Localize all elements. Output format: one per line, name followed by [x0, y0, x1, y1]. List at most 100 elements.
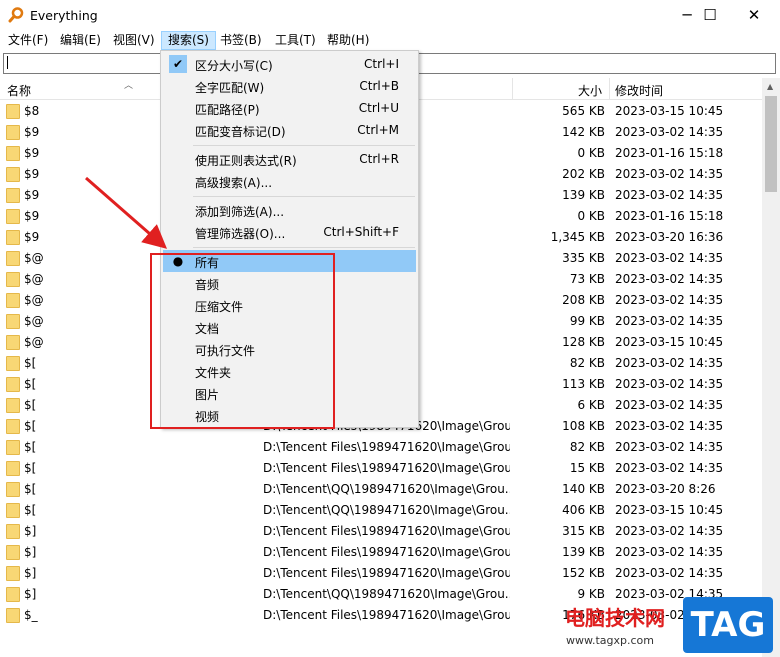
row-path: D:\Tencent\QQ\1989471620\Image\Grou... [263, 503, 510, 517]
folder-icon [6, 440, 20, 455]
row-size: 73 KB [569, 272, 605, 286]
folder-icon [6, 167, 20, 182]
row-date: 2023-01-16 15:18 [615, 209, 724, 223]
menu-item-advanced-search[interactable]: 高级搜索(A)... [163, 170, 416, 192]
column-divider[interactable] [609, 78, 610, 100]
row-name: $] [24, 524, 37, 538]
folder-icon [6, 482, 20, 497]
row-name: $[ [24, 419, 37, 433]
folder-icon [6, 377, 20, 392]
table-row[interactable]: $[D:\Tencent\QQ\1989471620\Image\Grou...… [0, 479, 762, 500]
menu-file[interactable]: 文件(F) [1, 31, 55, 50]
vertical-scrollbar[interactable]: ▲ [762, 78, 780, 657]
row-size: 9 KB [577, 587, 605, 601]
row-name: $[ [24, 377, 37, 391]
folder-icon [6, 419, 20, 434]
folder-icon [6, 398, 20, 413]
table-row[interactable]: $] D:\Tencent Files\1989471620\Image\Grou… [0, 521, 762, 542]
row-date: 2023-03-02 14:35 [615, 398, 724, 412]
folder-icon [6, 314, 20, 329]
menu-item-shortcut: Ctrl+R [359, 152, 399, 166]
menu-item-organize-filters[interactable]: 管理筛选器(O)... Ctrl+Shift+F [163, 221, 416, 243]
scroll-up-icon[interactable]: ▲ [767, 82, 773, 91]
table-row[interactable]: $[ D:\Tencent\QQ\1989471620\Image\Grou...… [0, 500, 762, 521]
row-date: 2023-03-02 14:35 [615, 545, 724, 559]
row-size: 0 KB [577, 209, 605, 223]
row-size: 0 KB [577, 146, 605, 160]
folder-icon [6, 104, 20, 119]
menu-bookmarks[interactable]: 书签(B) [213, 31, 269, 50]
maximize-button[interactable]: ☐ [687, 0, 733, 30]
watermark-tag-logo: TAG [683, 597, 773, 653]
row-path: D:\Tencent Files\1989471620\Image\Grou..… [263, 545, 510, 559]
row-date: 2023-03-02 14:35 [615, 125, 724, 139]
row-path: D:\Tencent Files\1989471620\Image\Grou..… [263, 566, 510, 580]
menu-item-match-case[interactable]: ✔ 区分大小写(C) Ctrl+I [163, 53, 416, 75]
menu-separator [193, 196, 415, 197]
table-row[interactable]: $[D:\Tencent Files\1989471620\Image\Grou… [0, 458, 762, 479]
row-date: 2023-03-02 14:35 [615, 356, 724, 370]
row-date: 2023-03-02 14:35 [615, 293, 724, 307]
row-name: $] [24, 566, 37, 580]
menu-item-label: 高级搜索(A)... [195, 176, 273, 190]
row-size: 565 KB [562, 104, 605, 118]
row-size: 152 KB [562, 566, 605, 580]
menu-item-match-diacritics[interactable]: 匹配变音标记(D) Ctrl+M [163, 119, 416, 141]
row-date: 2023-03-02 14:35 [615, 377, 724, 391]
menu-item-add-to-filters[interactable]: 添加到筛选(A)... [163, 199, 416, 221]
row-date: 2023-03-02 14:35 [615, 167, 724, 181]
row-name: $@ [24, 293, 44, 307]
row-date: 2023-03-20 8:26 [615, 482, 716, 496]
menu-tools[interactable]: 工具(T) [268, 31, 323, 50]
folder-icon [6, 335, 20, 350]
table-row[interactable]: $] D:\Tencent Files\1989471620\Image\Grou… [0, 542, 762, 563]
column-header-name[interactable]: 名称 [7, 82, 31, 99]
column-header-size[interactable]: 大小 [578, 82, 602, 99]
row-size: 208 KB [562, 293, 605, 307]
menu-edit[interactable]: 编辑(E) [53, 31, 108, 50]
table-row[interactable]: $[D:\Tencent Files\1989471620\Image\Grou… [0, 437, 762, 458]
scrollbar-thumb[interactable] [765, 96, 777, 192]
menu-item-regex[interactable]: 使用正则表达式(R) Ctrl+R [163, 148, 416, 170]
folder-icon [6, 566, 20, 581]
menu-item-whole-word[interactable]: 全字匹配(W) Ctrl+B [163, 75, 416, 97]
menu-search[interactable]: 搜索(S) [161, 31, 216, 50]
row-date: 2023-03-15 10:45 [615, 503, 724, 517]
checkmark-icon: ✔ [169, 55, 187, 73]
row-size: 82 KB [569, 440, 605, 454]
row-size: 140 KB [562, 482, 605, 496]
folder-icon [6, 587, 20, 602]
row-path: D:\Tencent Files\1989471620\Image\Grou..… [263, 608, 510, 622]
row-date: 2023-03-02 14:35 [615, 251, 724, 265]
menu-item-label: 区分大小写(C) [195, 59, 273, 73]
menu-separator [193, 247, 415, 248]
row-name: $@ [24, 251, 44, 265]
folder-icon [6, 209, 20, 224]
text-caret [7, 56, 8, 69]
folder-icon [6, 230, 20, 245]
menu-item-shortcut: Ctrl+U [358, 101, 399, 115]
column-header-modified[interactable]: 修改时间 [615, 82, 663, 99]
folder-icon [6, 188, 20, 203]
menu-view[interactable]: 视图(V) [106, 31, 162, 50]
row-date: 2023-03-20 16:36 [615, 230, 724, 244]
row-name: $[ [24, 503, 37, 517]
table-row[interactable]: $] D:\Tencent Files\1989471620\Image\Grou… [0, 563, 762, 584]
column-divider[interactable] [512, 78, 513, 100]
close-button[interactable]: ✕ [731, 0, 777, 30]
folder-icon [6, 125, 20, 140]
row-size: 139 KB [562, 188, 605, 202]
folder-icon [6, 545, 20, 560]
row-date: 2023-03-02 14:35 [615, 524, 724, 538]
row-size: 202 KB [562, 167, 605, 181]
row-path: D:\Tencent\QQ\1989471620\Image\Grou... [263, 482, 510, 496]
row-name: $@ [24, 335, 44, 349]
row-size: 1,345 KB [550, 230, 605, 244]
folder-icon [6, 461, 20, 476]
row-name: $9 [24, 209, 40, 223]
row-size: 315 KB [562, 524, 605, 538]
row-name: $_ [24, 608, 38, 622]
menu-item-match-path[interactable]: 匹配路径(P) Ctrl+U [163, 97, 416, 119]
menu-help[interactable]: 帮助(H) [320, 31, 376, 50]
annotation-highlight-box [150, 253, 335, 429]
